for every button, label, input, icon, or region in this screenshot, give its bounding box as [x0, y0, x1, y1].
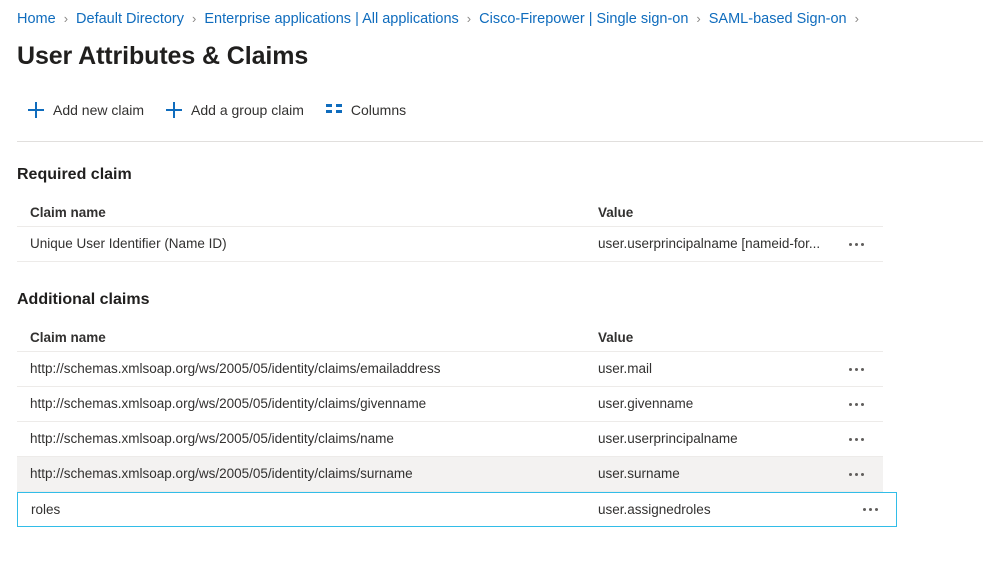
add-group-claim-label: Add a group claim [191, 102, 304, 118]
additional-claims-table: Claim name Value http://schemas.xmlsoap.… [17, 325, 897, 527]
table-row[interactable]: http://schemas.xmlsoap.org/ws/2005/05/id… [17, 457, 883, 492]
plus-icon [166, 102, 183, 118]
row-more-options-icon[interactable] [843, 392, 869, 416]
claim-name-cell: http://schemas.xmlsoap.org/ws/2005/05/id… [30, 466, 413, 481]
table-row[interactable]: roles user.assignedroles [17, 492, 897, 527]
breadcrumb-item-3[interactable]: Enterprise applications | All applicatio… [204, 9, 458, 29]
row-more-options-icon[interactable] [857, 498, 883, 522]
columns-label: Columns [350, 102, 407, 118]
breadcrumb-separator-icon: › [192, 11, 197, 26]
claim-name-cell: Unique User Identifier (Name ID) [30, 236, 227, 251]
columns-icon [325, 104, 342, 116]
table-header-row: Claim name Value [17, 200, 883, 227]
claim-value-cell: user.userprincipalname [598, 431, 738, 446]
claim-value-cell: user.surname [598, 466, 680, 481]
table-header-row: Claim name Value [17, 325, 883, 352]
table-row[interactable]: http://schemas.xmlsoap.org/ws/2005/05/id… [17, 352, 883, 387]
add-new-claim-label: Add new claim [53, 102, 145, 118]
breadcrumb-item-4[interactable]: Cisco-Firepower | Single sign-on [479, 9, 688, 29]
breadcrumb-item-5[interactable]: SAML-based Sign-on [709, 9, 847, 29]
column-header-value: Value [598, 205, 634, 220]
column-header-claim-name: Claim name [30, 330, 106, 345]
column-header-value: Value [598, 330, 634, 345]
additional-claims-rows: http://schemas.xmlsoap.org/ws/2005/05/id… [17, 352, 897, 527]
page-title: User Attributes & Claims [17, 42, 309, 70]
required-claim-table: Claim name Value Unique User Identifier … [17, 200, 883, 262]
breadcrumb-item-1[interactable]: Home [17, 9, 56, 29]
claim-name-cell: http://schemas.xmlsoap.org/ws/2005/05/id… [30, 431, 394, 446]
breadcrumb-separator-icon: › [854, 11, 859, 26]
add-group-claim-button[interactable]: Add a group claim [166, 94, 304, 126]
add-new-claim-button[interactable]: Add new claim [28, 94, 144, 126]
row-more-options-icon[interactable] [843, 357, 869, 381]
additional-claims-heading: Additional claims [17, 291, 150, 308]
claim-name-cell: http://schemas.xmlsoap.org/ws/2005/05/id… [30, 361, 441, 376]
required-claim-heading: Required claim [17, 166, 132, 183]
row-more-options-icon[interactable] [843, 232, 869, 256]
column-header-claim-name: Claim name [30, 205, 106, 220]
claim-value-cell: user.assignedroles [598, 501, 711, 517]
row-more-options-icon[interactable] [843, 462, 869, 486]
claim-value-cell: user.userprincipalname [nameid-for... [598, 236, 821, 251]
breadcrumb-separator-icon: › [696, 11, 701, 26]
required-claim-rows: Unique User Identifier (Name ID) user.use… [17, 227, 883, 262]
claim-name-cell: roles [31, 501, 61, 517]
additional-claims-section: Additional claims Claim name Value http:… [17, 289, 897, 527]
claim-value-cell: user.mail [598, 361, 653, 376]
table-row[interactable]: Unique User Identifier (Name ID) user.use… [17, 227, 883, 262]
breadcrumb: Home › Default Directory › Enterprise applic… [0, 0, 999, 30]
breadcrumb-item-2[interactable]: Default Directory [76, 9, 184, 29]
claim-value-cell: user.givenname [598, 396, 694, 411]
row-more-options-icon[interactable] [843, 427, 869, 451]
breadcrumb-separator-icon: › [466, 11, 472, 26]
command-bar-divider [17, 141, 983, 142]
breadcrumb-separator-icon: › [63, 11, 69, 26]
claim-name-cell: http://schemas.xmlsoap.org/ws/2005/05/id… [30, 396, 427, 411]
table-row[interactable]: http://schemas.xmlsoap.org/ws/2005/05/id… [17, 387, 883, 422]
required-claim-section: Required claim Claim name Value Unique U… [17, 164, 883, 262]
columns-button[interactable]: Columns [325, 94, 407, 126]
plus-icon [28, 102, 44, 118]
table-row[interactable]: http://schemas.xmlsoap.org/ws/2005/05/id… [17, 422, 883, 457]
command-bar: Add new claim Add a group claim Columns [0, 92, 999, 128]
